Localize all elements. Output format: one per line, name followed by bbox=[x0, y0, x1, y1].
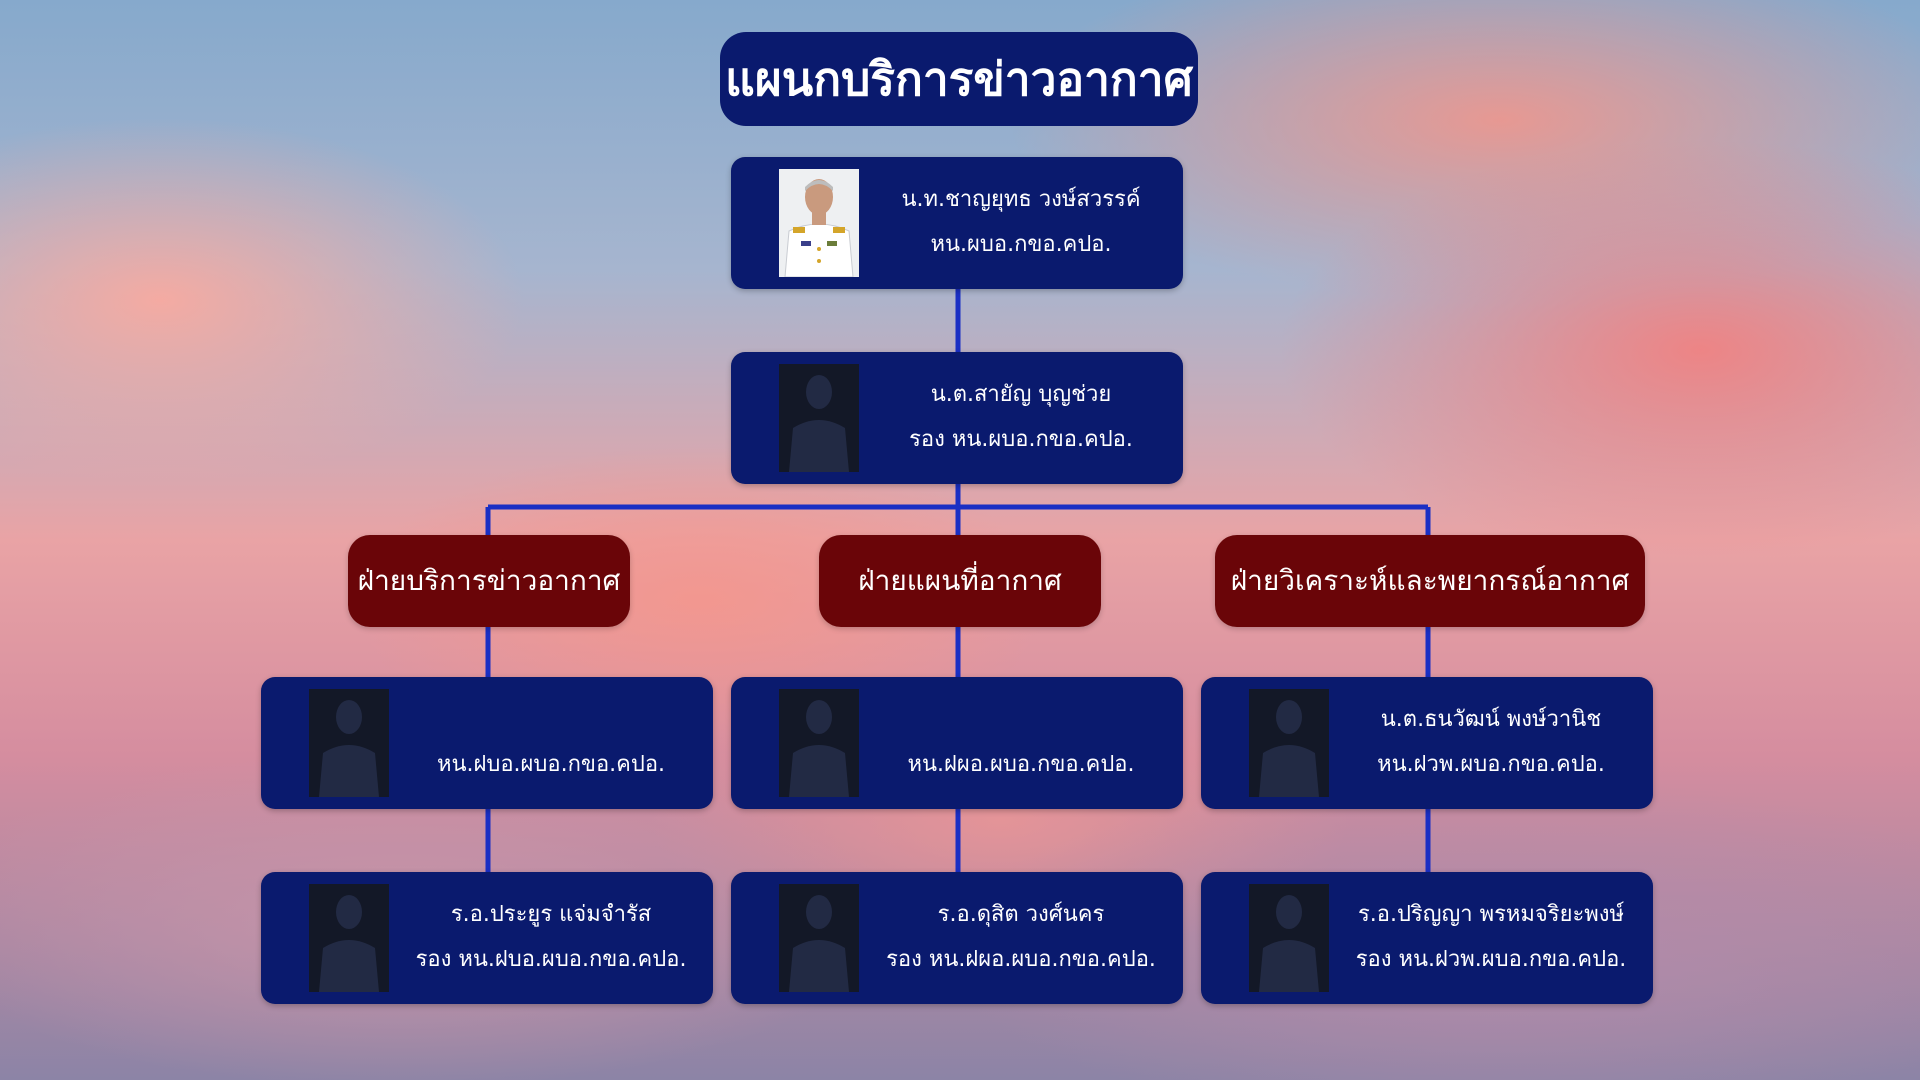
chief-position: หน.ฝวพ.ผบอ.กขอ.คปอ. bbox=[1377, 752, 1605, 777]
person-silhouette-icon bbox=[1249, 884, 1329, 992]
chief-position: หน.ฝบอ.ผบอ.กขอ.คปอ. bbox=[436, 752, 666, 777]
person-silhouette-icon bbox=[309, 884, 389, 992]
person-silhouette-icon bbox=[779, 689, 859, 797]
card-section-chief: หน.ฝบอ.ผบอ.กขอ.คปอ. bbox=[261, 677, 713, 809]
person-silhouette-icon bbox=[779, 884, 859, 992]
card-deputy: น.ต.สายัญ บุญช่วย รอง หน.ผบอ.กขอ.คปอ. bbox=[731, 352, 1183, 484]
card-section-deputy: ร.อ.ดุสิต วงศ์นคร รอง หน.ฝผอ.ผบอ.กขอ.คปอ… bbox=[731, 872, 1183, 1004]
card-section-deputy: ร.อ.ประยูร แจ่มจำรัส รอง หน.ฝบอ.ผบอ.กขอ.… bbox=[261, 872, 713, 1004]
chief-position: หน.ฝผอ.ผบอ.กขอ.คปอ. bbox=[907, 752, 1135, 777]
section-weather-map: ฝ่ายแผนที่อากาศ bbox=[819, 535, 1101, 627]
deputy-name: น.ต.สายัญ บุญช่วย bbox=[930, 382, 1112, 407]
chief-name: น.ต.ธนวัฒน์ พงษ์วานิช bbox=[1380, 707, 1602, 732]
card-section-deputy: ร.อ.ปริญญา พรหมจริยะพงษ์ รอง หน.ฝวพ.ผบอ.… bbox=[1201, 872, 1653, 1004]
card-section-chief: หน.ฝผอ.ผบอ.กขอ.คปอ. bbox=[731, 677, 1183, 809]
section-deputy-position: รอง หน.ฝบอ.ผบอ.กขอ.คปอ. bbox=[415, 947, 687, 972]
page-title: แผนกบริการข่าวอากาศ bbox=[720, 32, 1198, 126]
section-deputy-name: ร.อ.ปริญญา พรหมจริยะพงษ์ bbox=[1357, 902, 1625, 927]
person-silhouette-icon bbox=[309, 689, 389, 797]
section-deputy-name: ร.อ.ดุสิต วงศ์นคร bbox=[937, 902, 1105, 927]
section-deputy-position: รอง หน.ฝผอ.ผบอ.กขอ.คปอ. bbox=[886, 947, 1156, 972]
section-analysis-forecast: ฝ่ายวิเคราะห์และพยากรณ์อากาศ bbox=[1215, 535, 1645, 627]
person-silhouette-icon bbox=[1249, 689, 1329, 797]
card-section-chief: น.ต.ธนวัฒน์ พงษ์วานิช หน.ฝวพ.ผบอ.กขอ.คปอ… bbox=[1201, 677, 1653, 809]
section-weather-service: ฝ่ายบริการข่าวอากาศ bbox=[348, 535, 630, 627]
chief-name bbox=[871, 697, 1171, 742]
person-silhouette-icon bbox=[779, 364, 859, 472]
section-deputy-name: ร.อ.ประยูร แจ่มจำรัส bbox=[450, 902, 652, 927]
officer-portrait-icon bbox=[779, 169, 859, 277]
section-deputy-position: รอง หน.ฝวพ.ผบอ.กขอ.คปอ. bbox=[1355, 947, 1627, 972]
deputy-position: รอง หน.ผบอ.กขอ.คปอ. bbox=[909, 427, 1133, 452]
head-name: น.ท.ชาญยุทธ วงษ์สวรรค์ bbox=[901, 187, 1141, 212]
chief-name bbox=[401, 697, 701, 742]
card-head: น.ท.ชาญยุทธ วงษ์สวรรค์ หน.ผบอ.กขอ.คปอ. bbox=[731, 157, 1183, 289]
head-position: หน.ผบอ.กขอ.คปอ. bbox=[930, 232, 1112, 257]
